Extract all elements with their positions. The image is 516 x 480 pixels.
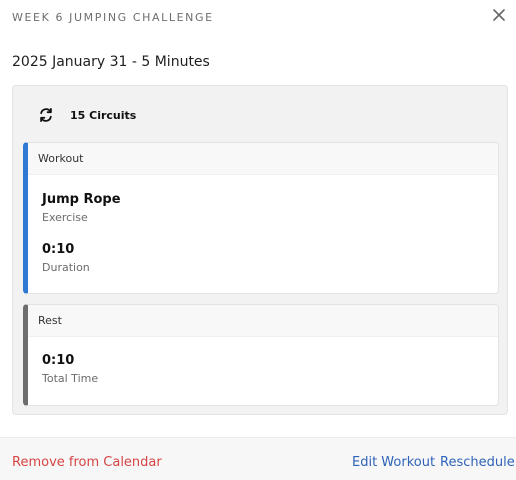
workout-modal: WEEK 6 JUMPING CHALLENGE 2025 January 31… [0, 0, 516, 480]
close-icon[interactable] [489, 5, 509, 25]
remove-from-calendar-link[interactable]: Remove from Calendar [12, 455, 162, 470]
exercise-value: Jump Rope [42, 192, 121, 207]
exercise-field: Jump Rope Exercise [42, 192, 121, 224]
total-time-label: Total Time [42, 372, 99, 385]
duration-value: 0:10 [42, 242, 75, 257]
exercise-label: Exercise [42, 211, 88, 224]
modal-footer: Remove from Calendar Edit Workout Resche… [0, 437, 516, 480]
total-time-field: 0:10 Total Time [42, 353, 98, 385]
rest-card: Rest 0:10 Total Time [23, 304, 499, 406]
modal-title: WEEK 6 JUMPING CHALLENGE [12, 11, 214, 24]
circuit-count: 15 Circuits [70, 108, 137, 122]
circuit-header: 15 Circuits [37, 106, 136, 124]
edit-workout-link[interactable]: Edit Workout [352, 455, 435, 470]
workout-card: Workout Jump Rope Exercise 0:10 Duration [23, 142, 499, 294]
rest-card-header: Rest [28, 305, 498, 337]
workout-card-header: Workout [28, 143, 498, 175]
duration-field: 0:10 Duration [42, 242, 90, 274]
reschedule-link[interactable]: Reschedule [440, 455, 515, 470]
workout-date-duration: 2025 January 31 - 5 Minutes [12, 54, 210, 70]
refresh-icon [37, 106, 55, 124]
total-time-value: 0:10 [42, 353, 75, 368]
duration-label: Duration [42, 261, 90, 274]
circuit-panel: 15 Circuits Workout Jump Rope Exercise 0… [12, 85, 508, 415]
